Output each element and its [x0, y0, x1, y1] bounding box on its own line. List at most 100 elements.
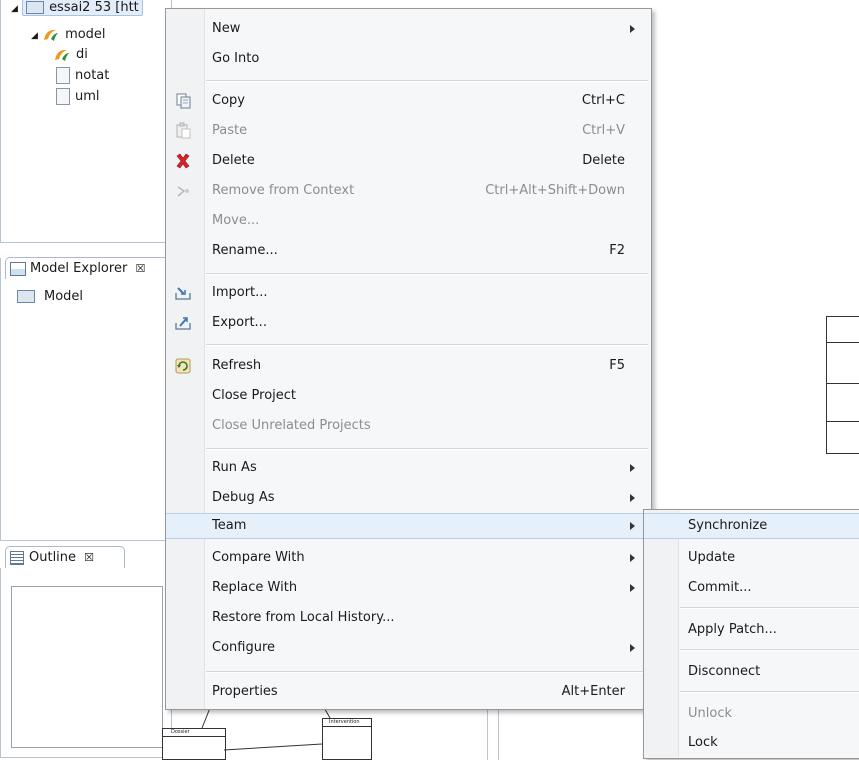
menu-label: Go Into: [212, 51, 260, 66]
menu-label: New: [212, 21, 241, 36]
menu-label: Run As: [212, 460, 257, 475]
menu-label: Move...: [212, 213, 260, 228]
tree-label: model: [65, 27, 106, 42]
submenu-arrow-icon: [630, 522, 635, 530]
menu-separator: [680, 649, 859, 651]
menu-item-export[interactable]: Export...: [166, 311, 651, 335]
tree-label: notat: [75, 68, 110, 83]
menu-shortcut: Ctrl+Alt+Shift+Down: [485, 183, 625, 198]
menu-separator: [206, 344, 648, 346]
menu-item-configure[interactable]: Configure: [166, 636, 651, 660]
remove-context-icon: [177, 186, 189, 197]
tree-label: di: [76, 47, 88, 62]
menu-item-go-into[interactable]: Go Into: [166, 47, 651, 71]
project-explorer-pane: ◢ essai2 53 [htt ◢ model di notat uml: [0, 0, 172, 243]
menu-item-update[interactable]: Update: [644, 546, 859, 570]
tree-row-model[interactable]: ◢ model: [31, 26, 106, 44]
expand-arrow-icon[interactable]: ◢: [31, 31, 38, 41]
menu-label: Compare With: [212, 550, 305, 565]
menu-item-import[interactable]: Import...: [166, 281, 651, 305]
expand-arrow-icon[interactable]: ◢: [11, 4, 18, 14]
menu-shortcut: F5: [609, 358, 625, 373]
menu-separator: [206, 80, 648, 82]
tree-row-uml[interactable]: uml: [56, 88, 100, 106]
menu-label: Commit...: [688, 580, 752, 595]
menu-label: Debug As: [212, 490, 275, 505]
model-icon: [44, 29, 59, 41]
menu-separator: [680, 691, 859, 693]
menu-item-apply-patch[interactable]: Apply Patch...: [644, 618, 859, 642]
file-icon: [56, 67, 70, 84]
menu-item-paste[interactable]: Paste Ctrl+V: [166, 119, 651, 143]
menu-item-remove-from-context[interactable]: Remove from Context Ctrl+Alt+Shift+Down: [166, 179, 651, 203]
tree-row-di[interactable]: di: [53, 46, 88, 64]
tree-label: Model: [44, 289, 84, 304]
submenu-arrow-icon: [630, 464, 635, 472]
team-submenu: Synchronize Update Commit... Apply Patch…: [643, 509, 859, 759]
menu-label: Rename...: [212, 243, 278, 258]
refresh-icon: [175, 358, 191, 374]
menu-label: Copy: [212, 93, 245, 108]
project-label: essai2 53 [htt: [49, 0, 139, 15]
menu-label: Paste: [212, 123, 248, 138]
tab-label: Model Explorer: [30, 261, 128, 276]
menu-shortcut: Ctrl+C: [581, 93, 625, 108]
menu-label: Team: [212, 518, 247, 533]
outline-preview-frame: [11, 586, 163, 748]
menu-label: Refresh: [212, 358, 262, 373]
menu-shortcut: F2: [609, 243, 625, 258]
menu-label: Export...: [212, 315, 267, 330]
menu-separator: [680, 607, 859, 609]
paste-icon: [176, 122, 191, 139]
delete-icon: [176, 153, 190, 169]
close-icon[interactable]: ☒: [135, 262, 145, 275]
outline-icon: [10, 550, 24, 565]
menu-item-synchronize[interactable]: Synchronize: [644, 513, 859, 539]
menu-item-compare-with[interactable]: Compare With: [166, 546, 651, 570]
submenu-arrow-icon: [630, 584, 635, 592]
tab-outline[interactable]: Outline ☒: [5, 546, 125, 568]
menu-item-new[interactable]: New: [166, 17, 651, 41]
tab-label: Outline: [29, 550, 77, 565]
menu-item-debug-as[interactable]: Debug As: [166, 486, 651, 510]
menu-label: Close Project: [212, 388, 297, 403]
menu-item-unlock[interactable]: Unlock: [644, 702, 859, 726]
menu-item-rename[interactable]: Rename... F2: [166, 239, 651, 263]
menu-item-lock[interactable]: Lock: [644, 731, 859, 755]
project-folder-icon: [26, 1, 45, 14]
menu-label: Properties: [212, 684, 278, 699]
menu-item-copy[interactable]: Copy Ctrl+C: [166, 89, 651, 113]
menu-item-replace-with[interactable]: Replace With: [166, 576, 651, 600]
menu-label: Lock: [688, 735, 718, 750]
submenu-arrow-icon: [630, 644, 635, 652]
model-explorer-icon: [10, 261, 26, 276]
submenu-arrow-icon: [630, 25, 635, 33]
menu-item-refresh[interactable]: Refresh F5: [166, 354, 651, 378]
menu-item-close-project[interactable]: Close Project: [166, 384, 651, 408]
tree-row-notation[interactable]: notat: [56, 67, 109, 85]
menu-item-close-unrelated-projects[interactable]: Close Unrelated Projects: [166, 414, 651, 438]
menu-shortcut: Delete: [582, 153, 625, 168]
menu-label: Replace With: [212, 580, 298, 595]
menu-item-disconnect[interactable]: Disconnect: [644, 660, 859, 684]
tree-row-project[interactable]: ◢ essai2 53 [htt: [11, 0, 143, 17]
tab-model-explorer[interactable]: Model Explorer ☒: [5, 257, 173, 279]
menu-separator: [206, 448, 648, 450]
menu-item-move[interactable]: Move...: [166, 209, 651, 233]
menu-label: Restore from Local History...: [212, 610, 395, 625]
menu-item-properties[interactable]: Properties Alt+Enter: [166, 680, 651, 704]
copy-icon: [176, 93, 191, 109]
close-icon[interactable]: ☒: [84, 551, 94, 564]
menu-label: Close Unrelated Projects: [212, 418, 371, 433]
menu-item-team[interactable]: Team: [166, 513, 651, 539]
menu-shortcut: Alt+Enter: [561, 684, 625, 699]
menu-item-delete[interactable]: Delete Delete: [166, 149, 651, 173]
menu-label: Delete: [212, 153, 255, 168]
submenu-arrow-icon: [630, 494, 635, 502]
model-icon: [55, 49, 69, 61]
menu-label: Apply Patch...: [688, 622, 777, 637]
menu-item-run-as[interactable]: Run As: [166, 456, 651, 480]
menu-item-restore-local-history[interactable]: Restore from Local History...: [166, 606, 651, 630]
tree-row-model-root[interactable]: Model: [17, 288, 83, 306]
menu-item-commit[interactable]: Commit...: [644, 576, 859, 600]
